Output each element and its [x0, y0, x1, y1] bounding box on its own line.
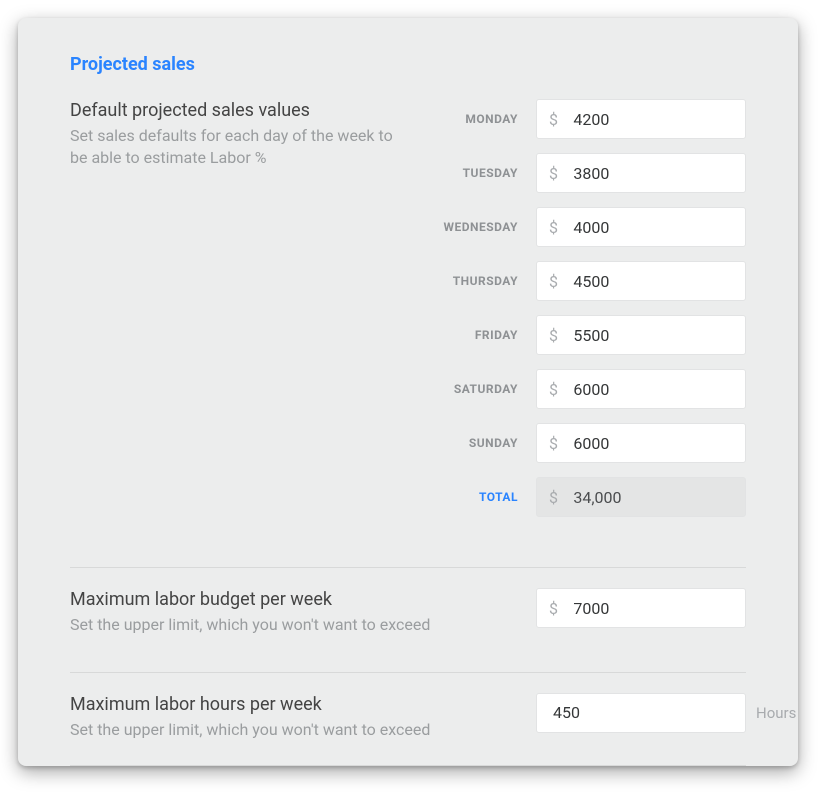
projected-sales-descr: Default projected sales values Set sales…: [70, 99, 406, 168]
day-label: SUNDAY: [469, 436, 518, 450]
max-budget-title: Maximum labor budget per week: [70, 588, 536, 612]
total-label: TOTAL: [479, 490, 518, 504]
friday-value[interactable]: [573, 326, 733, 345]
day-label: MONDAY: [465, 112, 518, 126]
currency-symbol: $: [549, 380, 559, 399]
max-budget-input[interactable]: $: [536, 588, 746, 628]
thursday-value[interactable]: [573, 272, 733, 291]
day-label: FRIDAY: [475, 328, 518, 342]
day-row-total: TOTAL $ 34,000: [406, 477, 746, 517]
settings-panel: Projected sales Default projected sales …: [18, 18, 798, 766]
max-hours-descr: Maximum labor hours per week Set the upp…: [70, 693, 536, 741]
day-row-monday: MONDAY $: [406, 99, 746, 139]
wednesday-input[interactable]: $: [536, 207, 746, 247]
day-row-sunday: SUNDAY $: [406, 423, 746, 463]
thursday-input[interactable]: $: [536, 261, 746, 301]
monday-input[interactable]: $: [536, 99, 746, 139]
max-hours-subtitle: Set the upper limit, which you won't wan…: [70, 719, 536, 741]
max-hours-row: Maximum labor hours per week Set the upp…: [70, 672, 746, 755]
currency-symbol: $: [549, 218, 559, 237]
total-display: $ 34,000: [536, 477, 746, 517]
currency-symbol: $: [549, 434, 559, 453]
day-label: THURSDAY: [453, 274, 518, 288]
projected-sales-fields: MONDAY $ TUESDAY $ WEDNESDAY $: [406, 99, 746, 531]
tuesday-value[interactable]: [573, 164, 733, 183]
projected-sales-row: Default projected sales values Set sales…: [70, 93, 746, 545]
total-value: 34,000: [573, 488, 733, 507]
day-row-wednesday: WEDNESDAY $: [406, 207, 746, 247]
day-label: SATURDAY: [454, 382, 518, 396]
max-budget-subtitle: Set the upper limit, which you won't wan…: [70, 614, 536, 636]
currency-symbol: $: [549, 272, 559, 291]
friday-input[interactable]: $: [536, 315, 746, 355]
monday-value[interactable]: [573, 110, 733, 129]
day-row-tuesday: TUESDAY $: [406, 153, 746, 193]
max-hours-value[interactable]: [553, 703, 756, 722]
divider: [70, 765, 746, 766]
saturday-value[interactable]: [573, 380, 733, 399]
max-budget-value[interactable]: [573, 599, 733, 618]
max-hours-input[interactable]: Hours: [536, 693, 746, 733]
sunday-value[interactable]: [573, 434, 733, 453]
max-budget-descr: Maximum labor budget per week Set the up…: [70, 588, 536, 636]
day-row-thursday: THURSDAY $: [406, 261, 746, 301]
currency-symbol: $: [549, 326, 559, 345]
day-row-saturday: SATURDAY $: [406, 369, 746, 409]
section-title: Projected sales: [70, 54, 746, 75]
projected-sales-title: Default projected sales values: [70, 99, 406, 123]
currency-symbol: $: [549, 599, 559, 618]
tuesday-input[interactable]: $: [536, 153, 746, 193]
sunday-input[interactable]: $: [536, 423, 746, 463]
saturday-input[interactable]: $: [536, 369, 746, 409]
max-budget-row: Maximum labor budget per week Set the up…: [70, 567, 746, 650]
max-hours-field: Hours: [536, 693, 746, 733]
wednesday-value[interactable]: [573, 218, 733, 237]
projected-sales-subtitle: Set sales defaults for each day of the w…: [70, 125, 406, 168]
hours-unit: Hours: [756, 704, 796, 722]
currency-symbol: $: [549, 110, 559, 129]
day-row-friday: FRIDAY $: [406, 315, 746, 355]
day-label: WEDNESDAY: [443, 220, 518, 234]
currency-symbol: $: [549, 488, 559, 507]
currency-symbol: $: [549, 164, 559, 183]
max-hours-title: Maximum labor hours per week: [70, 693, 536, 717]
day-label: TUESDAY: [463, 166, 518, 180]
max-budget-field: $: [536, 588, 746, 628]
